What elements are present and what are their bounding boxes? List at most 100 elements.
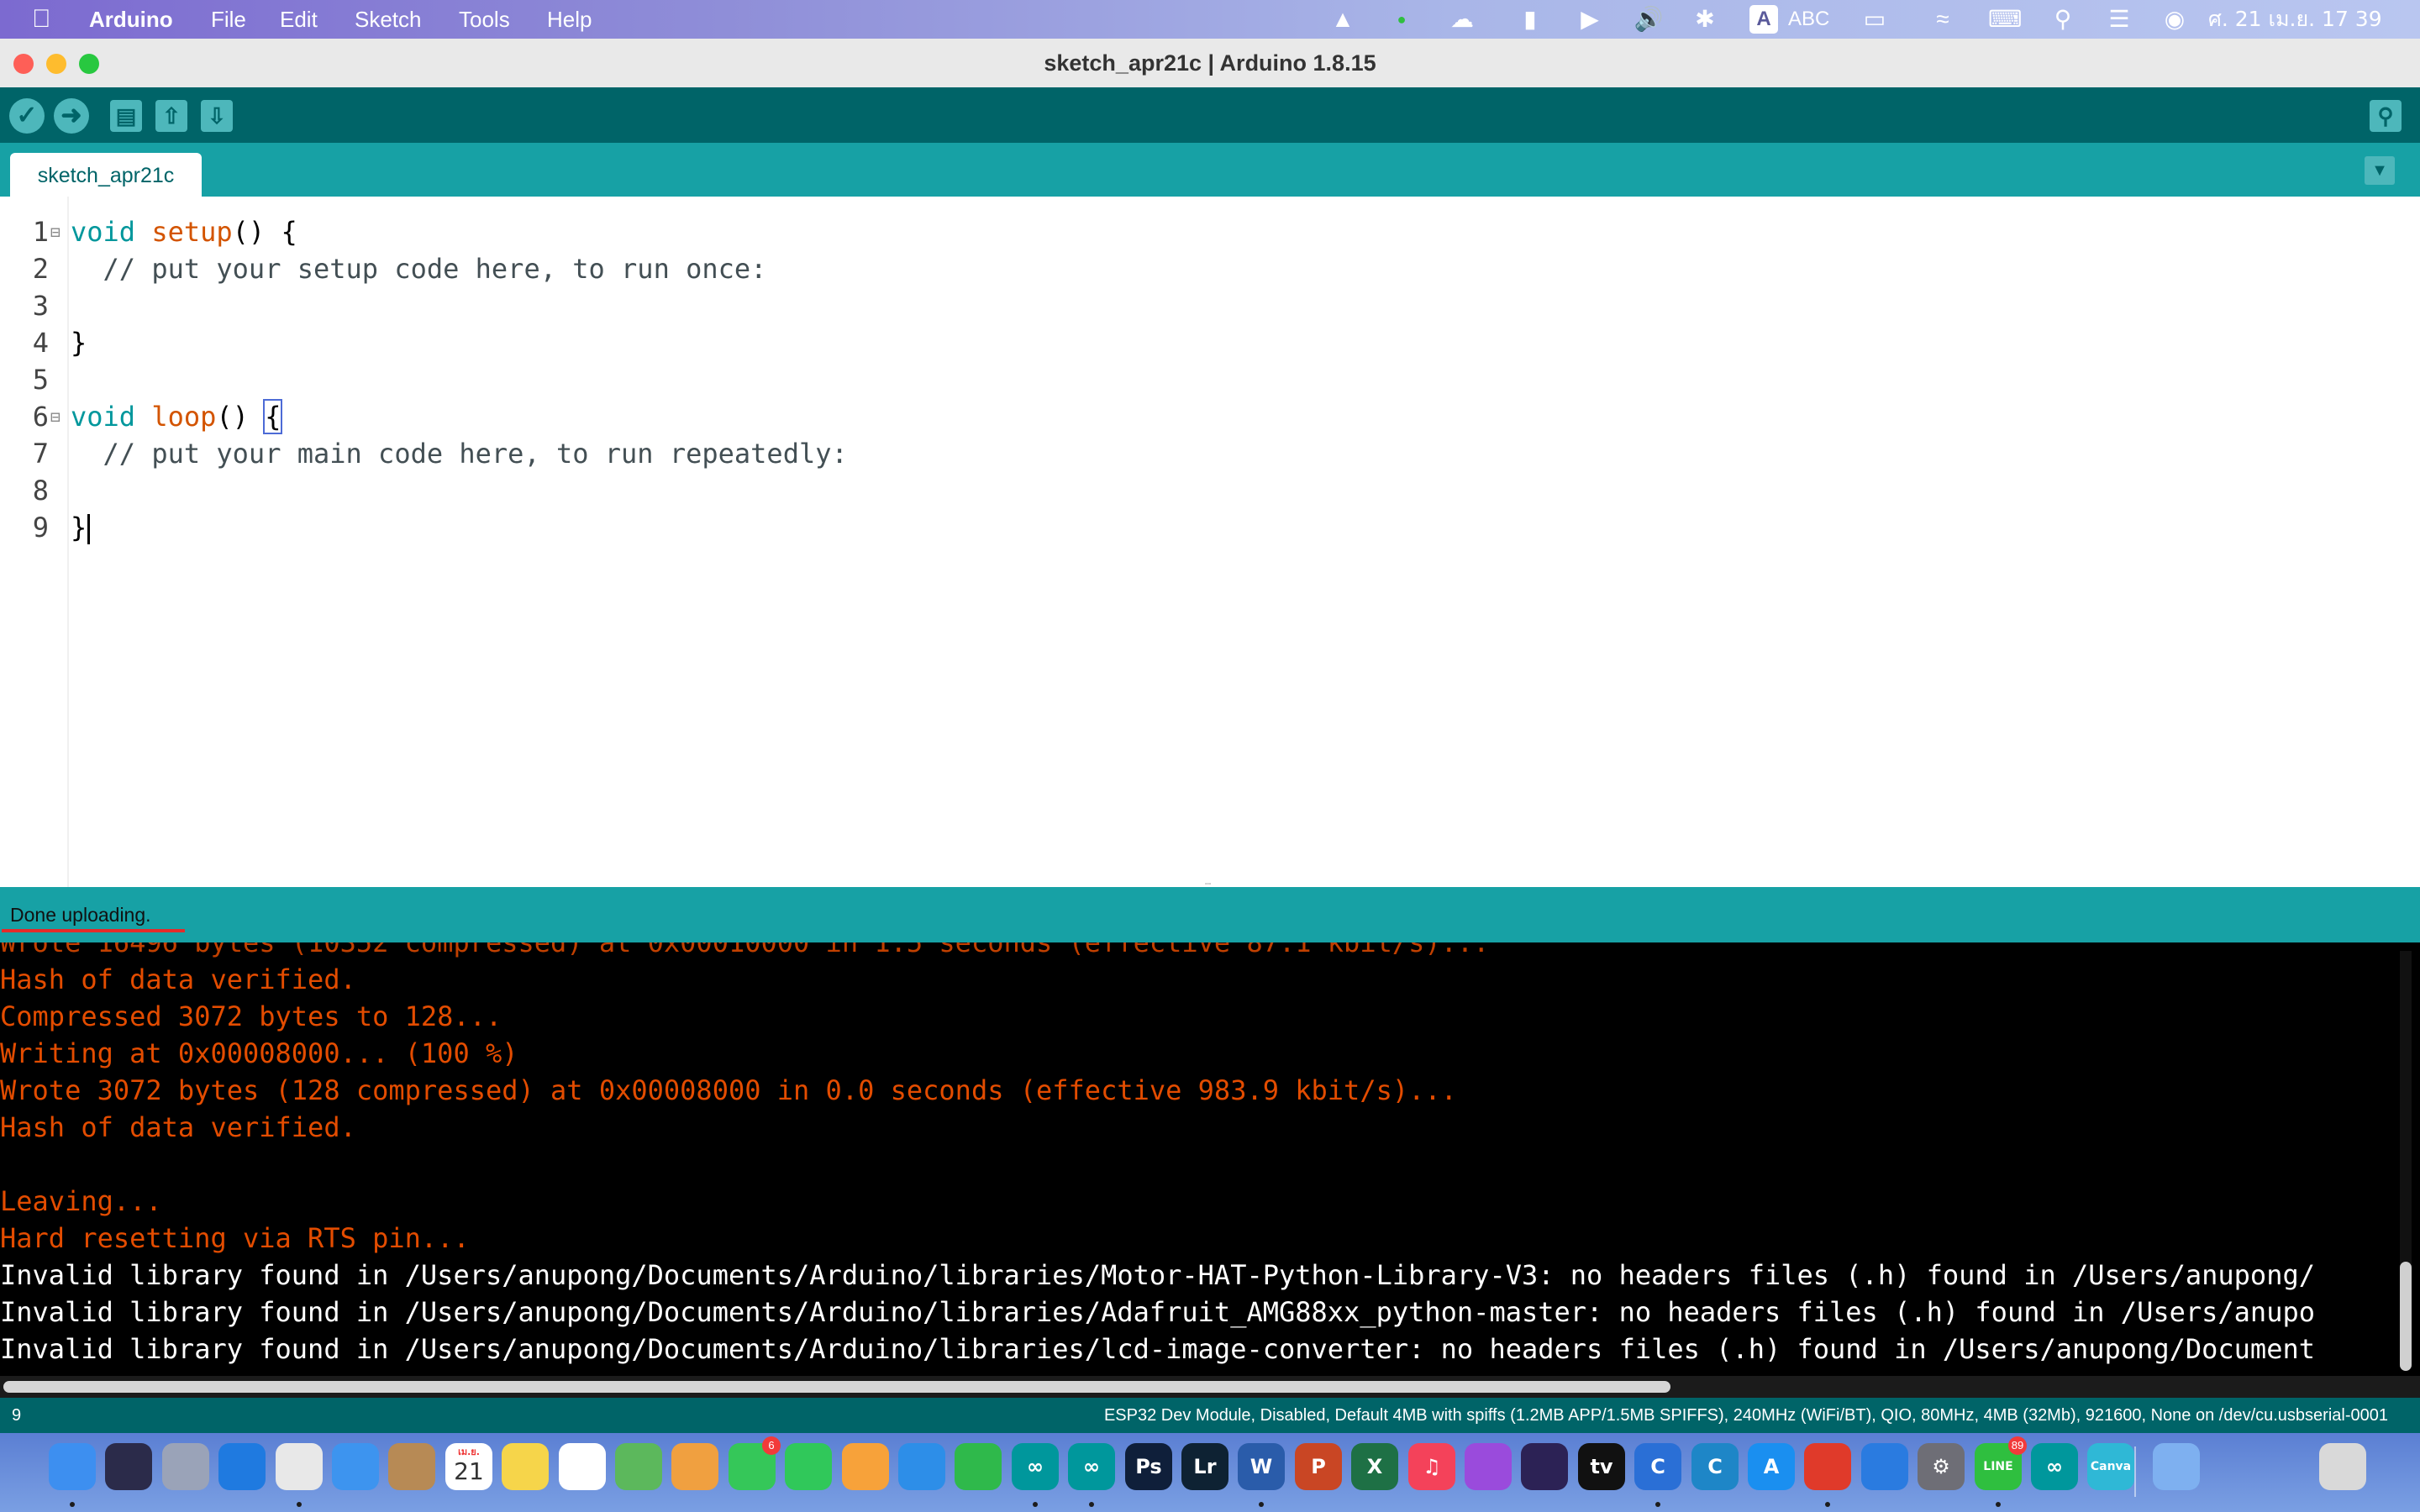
new-sketch-button[interactable]: ▤ bbox=[110, 100, 142, 132]
running-indicator bbox=[1996, 1502, 2001, 1507]
eclipse-icon[interactable] bbox=[1521, 1443, 1568, 1490]
arduino2-icon[interactable]: ∞ bbox=[1068, 1443, 1115, 1490]
appletv-icon[interactable]: tv bbox=[1578, 1443, 1625, 1490]
maps-icon[interactable] bbox=[615, 1443, 662, 1490]
keynote-icon[interactable] bbox=[898, 1443, 945, 1490]
menu-help[interactable]: Help bbox=[547, 0, 592, 39]
lightroom-icon[interactable]: Lr bbox=[1181, 1443, 1228, 1490]
menu-tools[interactable]: Tools bbox=[459, 0, 510, 39]
upload-button[interactable]: ➜ bbox=[54, 98, 89, 134]
creative-cloud-icon[interactable]: ☁ bbox=[1445, 0, 1479, 39]
keyword: void bbox=[71, 401, 136, 433]
minimize-window-button[interactable] bbox=[46, 54, 66, 74]
close-window-button[interactable] bbox=[13, 54, 34, 74]
code-editor[interactable]: 1 2 3 4 5 6 7 8 9 ⊟ ⊟ void setup() { // … bbox=[0, 197, 2420, 887]
siri-menu-icon[interactable]: ◉ bbox=[2160, 0, 2190, 39]
calendar-day: 21 bbox=[454, 1457, 484, 1485]
photoshop-icon[interactable]: Ps bbox=[1125, 1443, 1172, 1490]
powerpoint-icon[interactable]: P bbox=[1295, 1443, 1342, 1490]
trash-icon[interactable] bbox=[2319, 1443, 2366, 1490]
menu-file[interactable]: File bbox=[211, 0, 246, 39]
reminders-icon[interactable] bbox=[559, 1443, 606, 1490]
line-status-icon[interactable]: ● bbox=[1385, 0, 1418, 39]
verify-button[interactable]: ✓ bbox=[9, 98, 45, 134]
control-center-icon[interactable]: ☰ bbox=[2102, 0, 2136, 39]
windows-icon[interactable] bbox=[1861, 1443, 1908, 1490]
arduino-toolbar: ✓ ➜ ▤ ⇧ ⇩ ⚲ bbox=[0, 87, 2420, 143]
canva-icon[interactable]: Canva bbox=[2087, 1443, 2134, 1490]
fold-toggle-icon[interactable]: ⊟ bbox=[50, 398, 66, 435]
open-sketch-button[interactable]: ⇧ bbox=[155, 100, 187, 132]
zoom-window-button[interactable] bbox=[79, 54, 99, 74]
drive-icon[interactable]: ▲ bbox=[1328, 0, 1358, 39]
volume-icon[interactable]: 🔊 bbox=[1632, 0, 1665, 39]
sketch-tab-bar: sketch_apr21c ▼ bbox=[0, 143, 2420, 197]
notes-icon[interactable] bbox=[502, 1443, 549, 1490]
finder-icon[interactable] bbox=[49, 1443, 96, 1490]
bluetooth-icon[interactable]: ✱ bbox=[1692, 0, 1718, 39]
appstore-icon[interactable]: A bbox=[1748, 1443, 1795, 1490]
arrow-up-icon: ⇧ bbox=[162, 103, 181, 129]
excel-icon[interactable]: X bbox=[1351, 1443, 1398, 1490]
code-line: } bbox=[71, 512, 87, 543]
contacts-icon[interactable] bbox=[388, 1443, 435, 1490]
running-indicator bbox=[70, 1502, 75, 1507]
console-horizontal-scroll-thumb[interactable] bbox=[3, 1381, 1670, 1393]
chrome-icon[interactable] bbox=[276, 1443, 323, 1490]
play-circle-icon[interactable]: ▶ bbox=[1575, 0, 1605, 39]
save-sketch-button[interactable]: ⇩ bbox=[201, 100, 233, 132]
input-source-label[interactable]: ABC bbox=[1788, 0, 1829, 39]
windows-folder-icon[interactable] bbox=[2153, 1443, 2200, 1490]
c-app-icon[interactable]: C bbox=[1634, 1443, 1681, 1490]
numbers-icon[interactable] bbox=[955, 1443, 1002, 1490]
arduino3-icon[interactable]: ∞ bbox=[2031, 1443, 2078, 1490]
ccleaner-icon[interactable]: C bbox=[1691, 1443, 1739, 1490]
photos-icon[interactable] bbox=[671, 1443, 718, 1490]
app-menu[interactable]: Arduino bbox=[89, 0, 173, 39]
function-name: loop bbox=[151, 401, 217, 433]
siri-icon[interactable] bbox=[105, 1443, 152, 1490]
music-icon[interactable]: ♫ bbox=[1408, 1443, 1455, 1490]
tab-sketch[interactable]: sketch_apr21c bbox=[10, 153, 202, 197]
code-line: void setup() { bbox=[71, 213, 297, 250]
mail-icon[interactable] bbox=[332, 1443, 379, 1490]
pages-icon[interactable] bbox=[842, 1443, 889, 1490]
word-icon[interactable]: W bbox=[1238, 1443, 1285, 1490]
line-number: 2 bbox=[32, 253, 49, 285]
menu-sketch[interactable]: Sketch bbox=[355, 0, 422, 39]
console-vertical-scroll-thumb[interactable] bbox=[2400, 1262, 2412, 1371]
keyboard-icon[interactable]: ⌨ bbox=[1988, 0, 2022, 39]
menu-edit[interactable]: Edit bbox=[280, 0, 318, 39]
console-output[interactable]: Wrote 16496 bytes (10352 compressed) at … bbox=[0, 942, 2420, 1376]
podcasts-icon[interactable] bbox=[1465, 1443, 1512, 1490]
line-number: 5 bbox=[32, 364, 49, 396]
console-horizontal-scrollbar[interactable] bbox=[0, 1376, 2420, 1398]
tab-menu-button[interactable]: ▼ bbox=[2365, 156, 2395, 185]
fold-toggle-icon[interactable]: ⊟ bbox=[50, 213, 66, 250]
board-config-text: ESP32 Dev Module, Disabled, Default 4MB … bbox=[1103, 1406, 2388, 1425]
console-line: Hash of data verified. bbox=[0, 963, 356, 995]
system-preferences-icon[interactable]: ⚙ bbox=[1918, 1443, 1965, 1490]
wifi-icon[interactable]: ≈ bbox=[1926, 0, 1960, 39]
menu-clock[interactable]: ศ. 21 เม.ย. 17 39 bbox=[2208, 0, 2382, 39]
launchpad-icon[interactable] bbox=[162, 1443, 209, 1490]
code-punct: () { bbox=[232, 216, 297, 248]
apple-menu-icon[interactable]:  bbox=[32, 0, 51, 39]
facetime-icon[interactable] bbox=[785, 1443, 832, 1490]
dock-separator bbox=[2134, 1446, 2136, 1497]
panel-splitter-handle[interactable]: … bbox=[1205, 875, 1215, 887]
code-line: void loop() { bbox=[71, 398, 283, 435]
line-number-gutter: 1 2 3 4 5 6 7 8 9 ⊟ ⊟ bbox=[0, 197, 69, 887]
calendar-icon[interactable]: เม.ย. 21 bbox=[445, 1443, 492, 1490]
id-badge-icon[interactable]: ▮ bbox=[1518, 0, 1543, 39]
arduino-icon[interactable]: ∞ bbox=[1012, 1443, 1059, 1490]
battery-icon[interactable]: ▭ bbox=[1854, 0, 1896, 39]
safari-icon[interactable] bbox=[218, 1443, 266, 1490]
dock: เม.ย. 21 6 ∞ ∞ Ps Lr W P X ♫ tv C C A ⚙ LINE 89 ∞ Canva bbox=[0, 1433, 2420, 1512]
spotlight-search-icon[interactable]: ⚲ bbox=[2049, 0, 2077, 39]
serial-monitor-button[interactable]: ⚲ bbox=[2370, 100, 2402, 132]
arrow-right-icon: ➜ bbox=[60, 102, 82, 129]
sketchup-icon[interactable] bbox=[1804, 1443, 1851, 1490]
input-source-icon[interactable]: A bbox=[1749, 5, 1778, 34]
check-icon: ✓ bbox=[16, 102, 38, 129]
